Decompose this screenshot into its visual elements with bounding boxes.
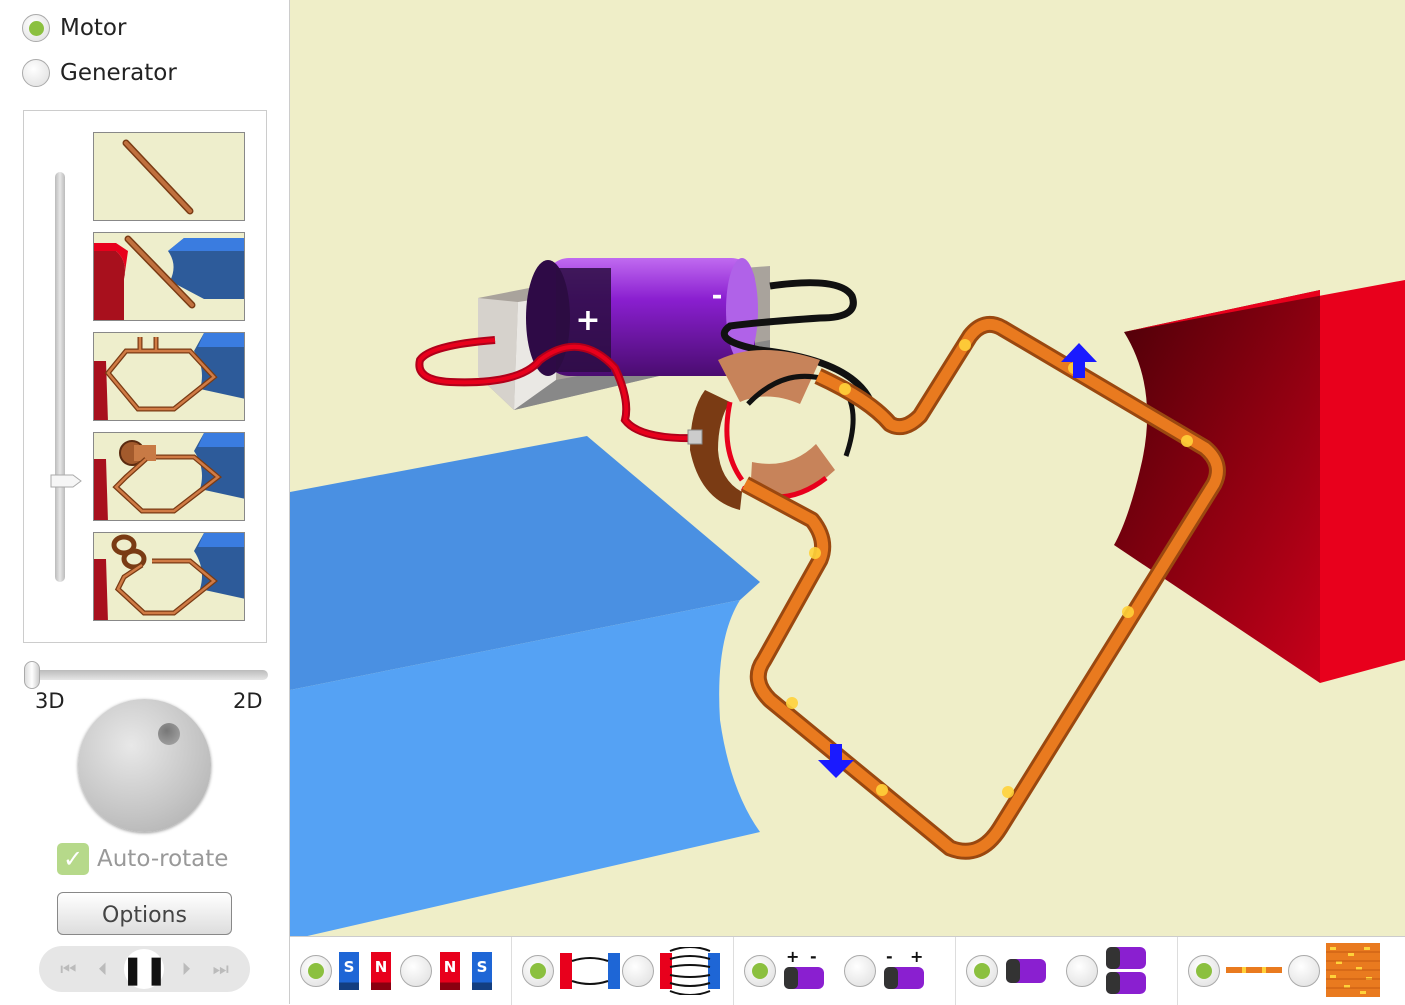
control-panel: Motor Generator 3D 2D ✓ Auto-rotate Opti…: [0, 0, 290, 1004]
polarity2-plus-label: +: [910, 947, 924, 966]
current-marker: [1002, 786, 1014, 798]
battery-positive-label: +: [575, 303, 600, 338]
rotation-knob[interactable]: [78, 699, 211, 832]
battery-icon: [884, 967, 924, 989]
step-back-icon[interactable]: ⏴: [90, 956, 116, 982]
current-marker: [959, 339, 971, 351]
battery-count-group: [956, 937, 1177, 1005]
polarity2-minus-label: -: [886, 947, 893, 966]
magnet-orientation-group: S N N S: [290, 937, 511, 1005]
current-marker: [1181, 435, 1193, 447]
magnet-s2-label: S: [472, 952, 492, 990]
build-step-wire-between-magnets[interactable]: [93, 232, 245, 321]
polarity-minus-plus-radio[interactable]: [844, 955, 876, 987]
motor-label: Motor: [60, 15, 127, 41]
magnet-sn-radio[interactable]: [300, 955, 332, 987]
current-marker: [786, 697, 798, 709]
check-icon[interactable]: ✓: [57, 843, 89, 875]
battery-polarity-group: + - - +: [734, 937, 955, 1005]
magnet-s-label: S: [339, 952, 359, 990]
polarity1-plus-label: +: [786, 947, 800, 966]
wire-loop: [740, 315, 1226, 860]
magnet-n2-label: N: [440, 952, 460, 990]
playback-controls: ⏮ ⏴ ❚❚ ⏵ ⏭: [39, 946, 250, 992]
step-forward-icon[interactable]: ⏵: [173, 956, 199, 982]
magnet-ns-radio[interactable]: [400, 955, 432, 987]
two-batteries-radio[interactable]: [1066, 955, 1098, 987]
autorotate-checkbox-row[interactable]: ✓ Auto-rotate: [57, 843, 228, 875]
magnet-pair-radio[interactable]: [522, 955, 554, 987]
wire-icon: [1226, 967, 1282, 973]
field-lines-icon: [660, 947, 720, 995]
polarity-plus-minus-radio[interactable]: [744, 955, 776, 987]
options-button[interactable]: Options: [57, 892, 232, 935]
battery-icon: [784, 967, 824, 989]
build-step-loop-with-split-ring[interactable]: [93, 432, 245, 521]
view-slider-track[interactable]: [24, 670, 268, 680]
label-2d: 2D: [233, 689, 263, 713]
two-batteries-icon: [1106, 947, 1146, 994]
generator-radio-button[interactable]: [22, 59, 50, 87]
skip-to-end-icon[interactable]: ⏭: [208, 956, 234, 982]
pause-icon[interactable]: ❚❚: [121, 949, 168, 989]
view-slider-thumb[interactable]: [24, 661, 40, 689]
build-step-loop-with-slip-rings[interactable]: [93, 532, 245, 621]
polarity1-minus-label: -: [810, 947, 817, 966]
build-step-straight-wire[interactable]: [93, 132, 245, 221]
current-marker: [876, 784, 888, 796]
wire-view-group: [1178, 937, 1405, 1005]
bottom-toolbar: S N N S + - - +: [290, 936, 1405, 1005]
motor-3d-scene[interactable]: + -: [290, 0, 1405, 936]
build-step-slider-track[interactable]: [55, 172, 65, 582]
build-step-slider-thumb[interactable]: [49, 472, 83, 490]
current-marker: [809, 547, 821, 559]
knob-indicator: [158, 723, 180, 745]
battery-negative-label: -: [712, 281, 723, 311]
build-step-square-loop[interactable]: [93, 332, 245, 421]
magnet-n-label: N: [371, 952, 391, 990]
field-lines-radio[interactable]: [622, 955, 654, 987]
current-marker: [1122, 606, 1134, 618]
battery-icon: [1006, 959, 1046, 983]
motor-radio-button[interactable]: [22, 14, 50, 42]
current-marker: [839, 383, 851, 395]
generator-radio[interactable]: Generator: [22, 59, 177, 87]
generator-label: Generator: [60, 60, 177, 86]
magnet-pair-icon: [560, 953, 620, 989]
skip-to-start-icon[interactable]: ⏮: [55, 956, 81, 982]
motor-radio[interactable]: Motor: [22, 14, 126, 42]
wire-bundle-radio[interactable]: [1288, 955, 1320, 987]
single-wire-radio[interactable]: [1188, 955, 1220, 987]
wire-bundle-icon: [1326, 943, 1380, 997]
label-3d: 3D: [35, 689, 65, 713]
one-battery-radio[interactable]: [966, 955, 998, 987]
autorotate-label: Auto-rotate: [97, 846, 229, 872]
field-view-group: [512, 937, 733, 1005]
